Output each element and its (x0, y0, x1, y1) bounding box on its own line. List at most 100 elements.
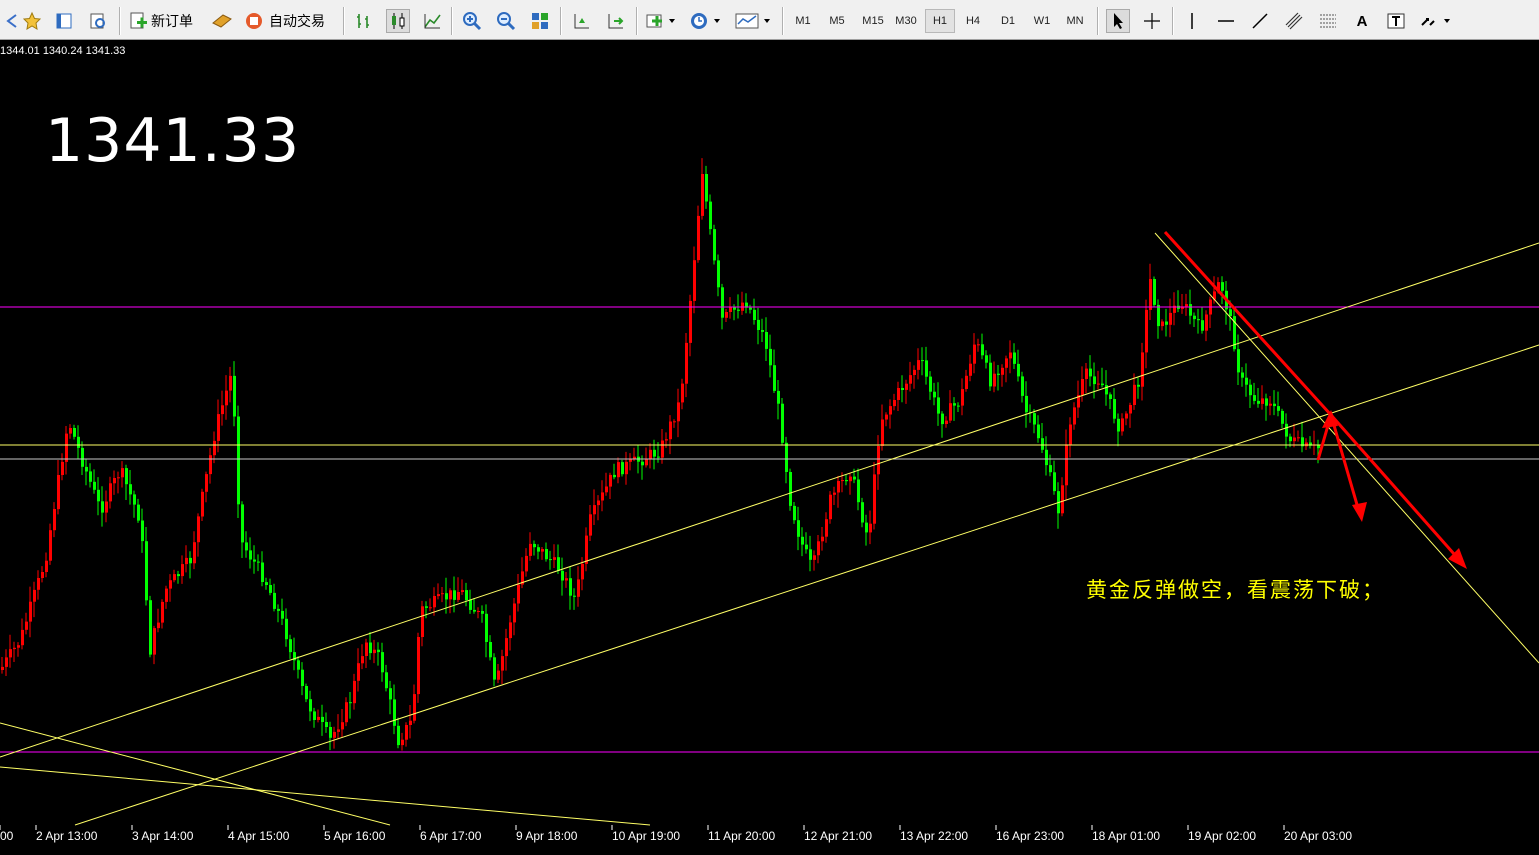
candle-body (1265, 398, 1268, 406)
candle-body (709, 201, 712, 230)
vertical-line-icon[interactable] (1180, 9, 1204, 33)
candle-body (797, 520, 800, 537)
candle-body (921, 360, 924, 362)
candle-body (201, 491, 204, 517)
candle-body (869, 523, 872, 533)
candle-body (5, 657, 8, 667)
candle-body (409, 720, 412, 725)
candle-body (561, 570, 564, 581)
price-chart[interactable]: 1344.01 1340.24 1341.33 1341.33 黄金反弹做空，看… (0, 40, 1539, 851)
candle-body (93, 481, 96, 490)
candle-body (1261, 398, 1264, 404)
line-chart-icon[interactable] (420, 9, 444, 33)
crosshair-icon[interactable] (1140, 9, 1164, 33)
candle-body (825, 519, 828, 537)
timeframe-w1[interactable]: W1 (1027, 9, 1057, 33)
auto-trading-button[interactable]: 自动交易 (244, 9, 325, 33)
candle-body (77, 436, 80, 448)
candle-body (613, 474, 616, 478)
time-label: 10 Apr 19:00 (612, 829, 681, 843)
text-tool-icon[interactable]: A (1350, 9, 1374, 33)
tile-windows-icon[interactable] (528, 9, 552, 33)
candle-body (865, 522, 868, 533)
candle-body (269, 585, 272, 593)
candle-body (829, 494, 832, 520)
candle-body (961, 389, 964, 406)
fibonacci-icon[interactable] (1316, 9, 1340, 33)
candle-body (701, 174, 704, 216)
candle-body (837, 481, 840, 493)
horizontal-line-icon[interactable] (1214, 9, 1238, 33)
candle-body (969, 363, 972, 376)
candlestick-icon[interactable] (386, 9, 410, 33)
candle-body (553, 557, 556, 560)
candle-body (1121, 418, 1124, 432)
candle-body (489, 642, 492, 658)
drop-arrowhead-short (1352, 502, 1367, 522)
new-order-button[interactable]: 新订单 (128, 9, 193, 33)
candle-body (357, 663, 360, 681)
candle-body (217, 414, 220, 441)
metaeditor-icon[interactable] (210, 9, 234, 33)
candle-body (121, 468, 124, 478)
timeframe-d1[interactable]: D1 (993, 9, 1023, 33)
timeframe-h4[interactable]: H4 (958, 9, 988, 33)
candle-body (369, 642, 372, 654)
candle-body (209, 455, 212, 475)
candle-body (153, 628, 156, 655)
indicators-dropdown[interactable] (645, 9, 679, 33)
candle-body (1281, 410, 1284, 424)
candle-body (1117, 418, 1120, 432)
candle-body (589, 514, 592, 536)
timeframe-h1[interactable]: H1 (925, 9, 955, 33)
candle-body (1257, 400, 1260, 404)
candle-body (985, 355, 988, 363)
candle-body (621, 462, 624, 475)
candle-body (305, 686, 308, 700)
auto-trading-icon (246, 13, 262, 29)
candle-body (241, 504, 244, 543)
arrows-dropdown[interactable] (1418, 9, 1456, 33)
timeframe-mn[interactable]: MN (1060, 9, 1090, 33)
candle-body (313, 711, 316, 720)
autoscroll-icon[interactable] (603, 9, 627, 33)
candle-body (965, 375, 968, 389)
equidistant-channel-icon[interactable] (1282, 9, 1306, 33)
candle-body (461, 590, 464, 592)
navigator-icon[interactable] (86, 9, 110, 33)
timeframe-m30[interactable]: M30 (891, 9, 921, 33)
time-label: 9 Apr 18:00 (516, 829, 578, 843)
zoom-out-icon[interactable] (494, 9, 518, 33)
candle-body (917, 360, 920, 370)
timeframe-m15[interactable]: M15 (856, 9, 890, 33)
candle-body (397, 725, 400, 746)
candle-body (705, 174, 708, 202)
candle-body (9, 649, 12, 658)
candle-body (473, 609, 476, 612)
candle-body (545, 549, 548, 560)
templates-dropdown[interactable] (734, 9, 774, 33)
periods-dropdown[interactable] (688, 9, 724, 33)
cursor-icon[interactable] (1106, 9, 1130, 33)
favorites-icon[interactable] (20, 9, 44, 33)
timeframe-m1[interactable]: M1 (788, 9, 818, 33)
bar-chart-icon[interactable] (352, 9, 376, 33)
trendline-icon[interactable] (1248, 9, 1272, 33)
market-watch-icon[interactable] (52, 9, 76, 33)
candle-body (889, 406, 892, 415)
timeframe-m5[interactable]: M5 (822, 9, 852, 33)
candle-body (1253, 395, 1256, 401)
candle-body (905, 383, 908, 390)
candle-body (541, 549, 544, 552)
text-label-icon[interactable] (1384, 9, 1408, 33)
time-label: 11 Apr 20:00 (708, 829, 776, 843)
candle-body (141, 520, 144, 542)
zoom-in-icon[interactable] (460, 9, 484, 33)
candle-body (977, 344, 980, 346)
candle-body (89, 471, 92, 482)
candle-body (509, 622, 512, 639)
candle-body (653, 449, 656, 457)
chart-shift-icon[interactable] (569, 9, 593, 33)
candle-body (281, 610, 284, 619)
time-label: 4 Apr 15:00 (228, 829, 290, 843)
